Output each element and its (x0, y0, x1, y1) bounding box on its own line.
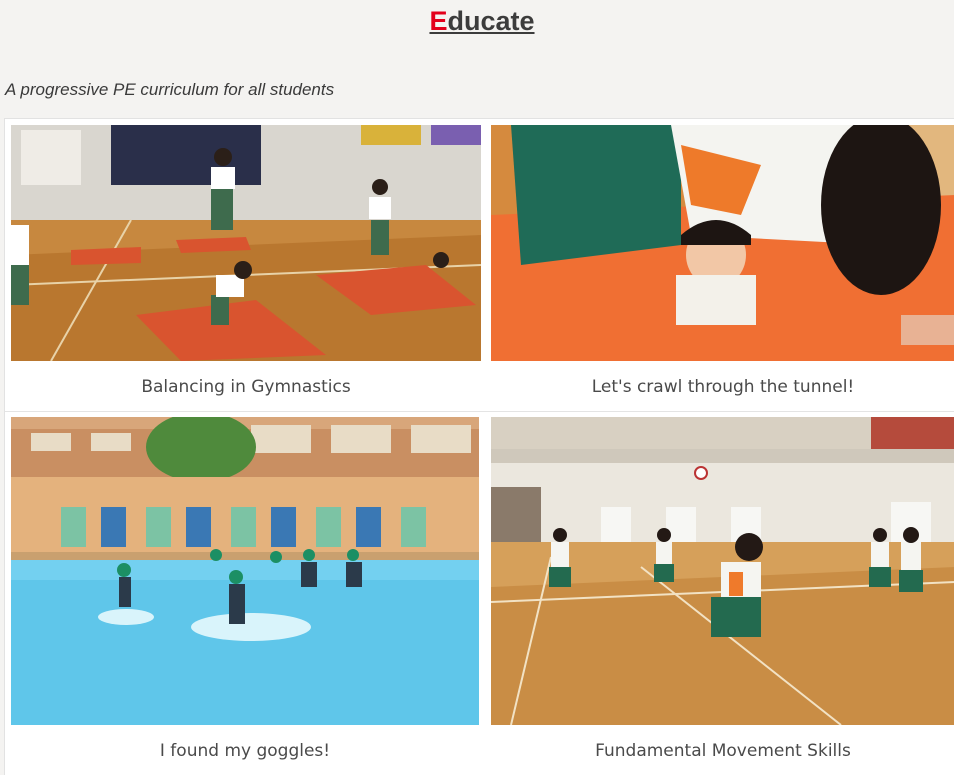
title-rest: ducate (447, 6, 535, 36)
title-first-letter: E (429, 6, 448, 36)
page-title: Educate (0, 6, 954, 37)
tunnel-photo[interactable] (491, 125, 954, 361)
gallery-caption: Balancing in Gymnastics (141, 377, 351, 397)
gallery-card-tunnel[interactable]: Let's crawl through the tunnel! (491, 125, 954, 415)
gymnastics-photo[interactable] (11, 125, 481, 361)
photo-gallery: Balancing in Gymnastics Let's crawl thro… (4, 118, 954, 775)
gallery-caption: Let's crawl through the tunnel! (591, 377, 855, 397)
movement-photo[interactable] (491, 417, 954, 725)
gallery-caption: I found my goggles! (159, 741, 331, 761)
pool-photo[interactable] (11, 417, 479, 725)
gallery-caption: Fundamental Movement Skills (595, 741, 851, 761)
page-subtitle: A progressive PE curriculum for all stud… (5, 80, 335, 99)
gallery-card-movement[interactable]: Fundamental Movement Skills (491, 417, 954, 775)
gallery-card-pool[interactable]: I found my goggles! (11, 417, 479, 775)
educate-page: Educate A progressive PE curriculum for … (0, 0, 954, 775)
gallery-card-gymnastics[interactable]: Balancing in Gymnastics (11, 125, 481, 415)
